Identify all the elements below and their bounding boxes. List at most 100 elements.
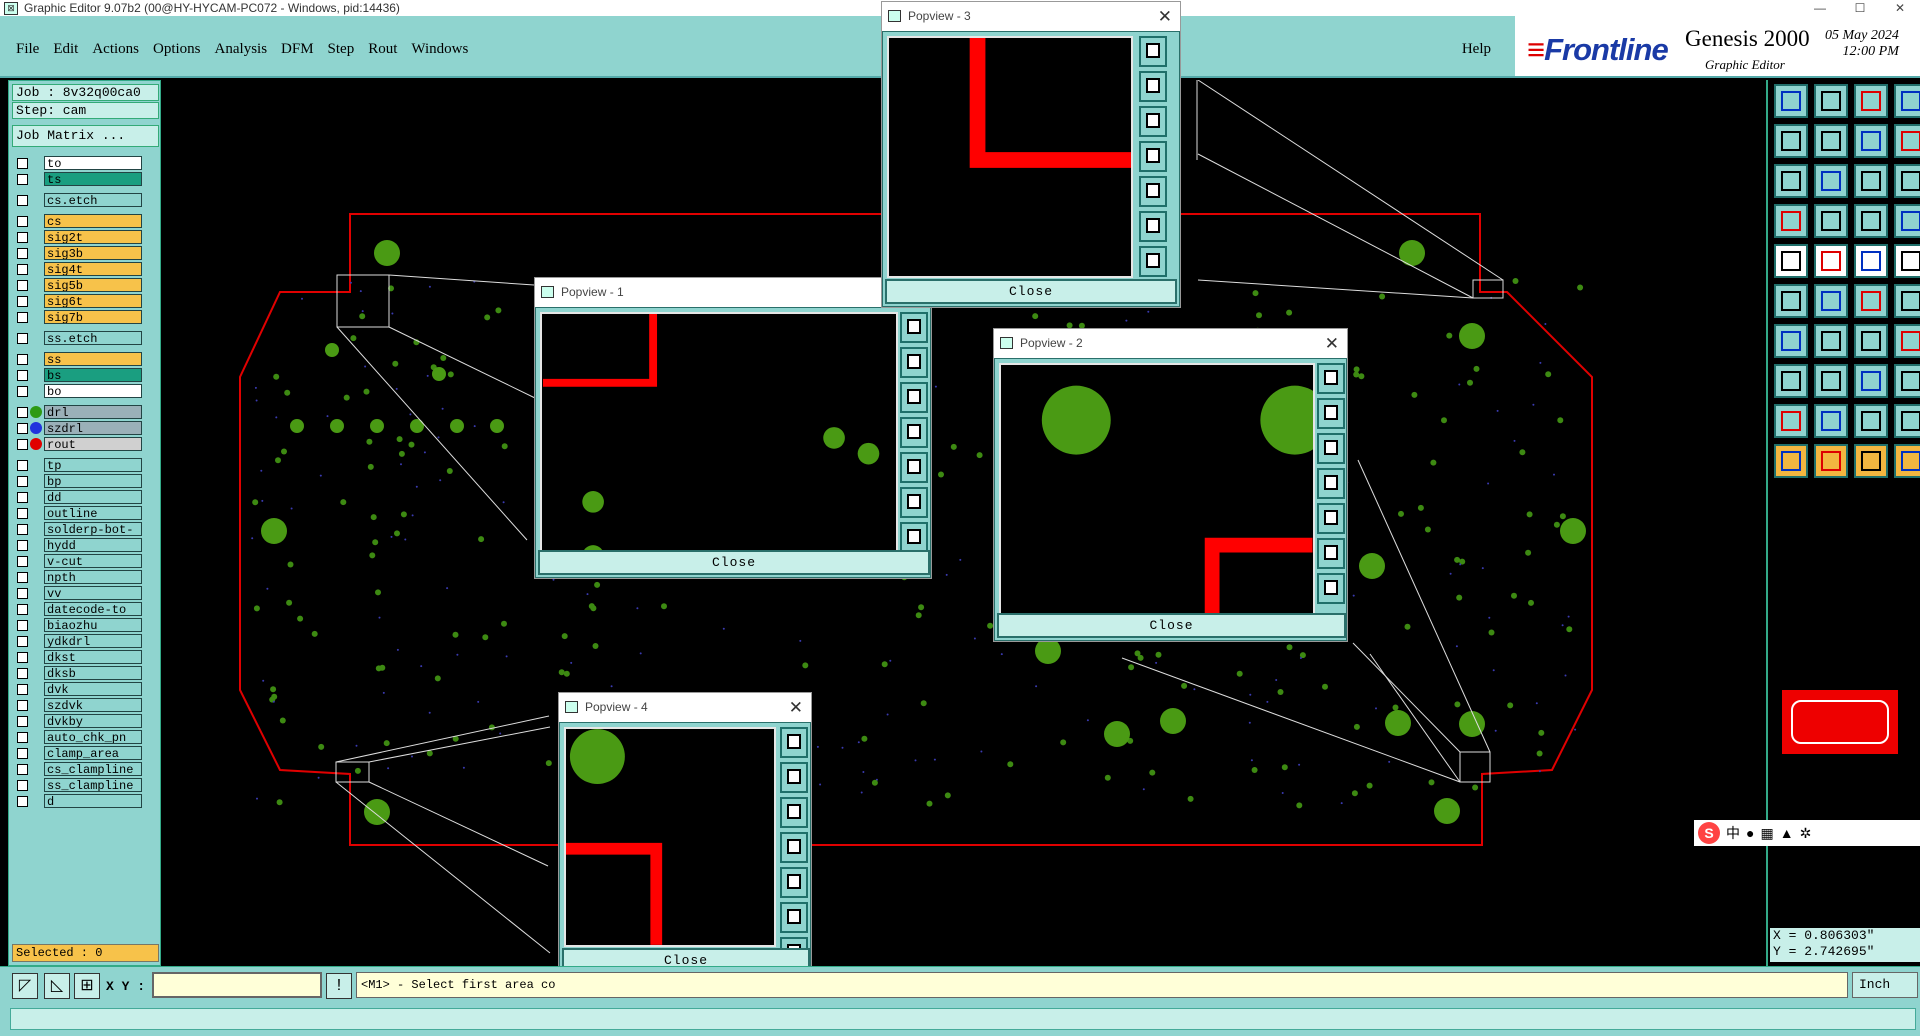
layer-row[interactable]: sig7b: [13, 309, 142, 325]
ratio-icon[interactable]: [1854, 164, 1888, 198]
popview-canvas[interactable]: [564, 727, 776, 947]
layer-row[interactable]: vv: [13, 585, 142, 601]
menu-windows[interactable]: Windows: [411, 41, 468, 58]
cross-icon[interactable]: [1814, 284, 1848, 318]
keyboard-icon[interactable]: ▦: [1760, 825, 1773, 842]
pan-left-icon[interactable]: [1774, 124, 1808, 158]
line-add-icon[interactable]: [1814, 244, 1848, 278]
layer-row[interactable]: ss: [13, 351, 142, 367]
sogou-icon[interactable]: S: [1698, 822, 1720, 844]
popview-left-icon[interactable]: [900, 417, 928, 448]
units-select[interactable]: Inch: [1852, 972, 1918, 998]
close-button[interactable]: Close: [997, 613, 1346, 638]
popview-center-icon[interactable]: [1139, 246, 1167, 277]
layer-row[interactable]: ydkdrl: [13, 633, 142, 649]
layer-row[interactable]: sig2t: [13, 229, 142, 245]
layer-row[interactable]: szdvk: [13, 697, 142, 713]
minimize-icon[interactable]: —: [1800, 0, 1840, 16]
maximize-icon[interactable]: ☐: [1840, 0, 1880, 16]
layer-checkbox[interactable]: [17, 311, 28, 323]
menu-dfm[interactable]: DFM: [281, 41, 314, 58]
layer-row[interactable]: v-cut: [13, 553, 142, 569]
menu-step[interactable]: Step: [328, 41, 355, 58]
layer-checkbox[interactable]: [17, 263, 28, 275]
popview-left-icon[interactable]: [1139, 141, 1167, 172]
select-3-icon[interactable]: [1854, 444, 1888, 478]
layer-checkbox[interactable]: [17, 763, 28, 775]
mirror-icon[interactable]: [1894, 124, 1920, 158]
layer-row[interactable]: datecode-to: [13, 601, 142, 617]
layer-checkbox[interactable]: [17, 699, 28, 711]
layer-checkbox[interactable]: [17, 385, 28, 397]
layer-checkbox[interactable]: [17, 173, 28, 185]
layer-checkbox[interactable]: [17, 215, 28, 227]
popview-canvas[interactable]: [540, 312, 898, 554]
layer-row[interactable]: npth: [13, 569, 142, 585]
close-button[interactable]: Close: [538, 550, 930, 575]
layer-checkbox[interactable]: [17, 295, 28, 307]
shape-c-icon[interactable]: [1854, 404, 1888, 438]
layer-row[interactable]: outline: [13, 505, 142, 521]
layer-row[interactable]: sig3b: [13, 245, 142, 261]
layer-checkbox[interactable]: [17, 731, 28, 743]
net-icon[interactable]: [1854, 204, 1888, 238]
skin-icon[interactable]: ▲: [1780, 825, 1794, 841]
zoom-out-icon[interactable]: [1814, 84, 1848, 118]
slash-icon[interactable]: [1814, 324, 1848, 358]
layer-checkbox[interactable]: [17, 231, 28, 243]
menu-analysis[interactable]: Analysis: [215, 41, 268, 58]
ime-mode[interactable]: 中: [1726, 823, 1740, 843]
layer-checkbox[interactable]: [17, 571, 28, 583]
pan-center-icon[interactable]: [1854, 124, 1888, 158]
zoom-extent-icon[interactable]: [1774, 164, 1808, 198]
layer-row[interactable]: cs: [13, 213, 142, 229]
popview-area-icon[interactable]: [1317, 538, 1345, 569]
connect-icon[interactable]: [1774, 284, 1808, 318]
layer-row[interactable]: d: [13, 793, 142, 809]
measure-icon[interactable]: ◺: [44, 973, 70, 999]
grid-icon[interactable]: [1814, 204, 1848, 238]
grid-icon[interactable]: ⊞: [74, 973, 100, 999]
popview-left-icon[interactable]: [1317, 468, 1345, 499]
layer-row[interactable]: dksb: [13, 665, 142, 681]
popview-right-icon[interactable]: [780, 867, 808, 898]
layer-checkbox[interactable]: [17, 157, 28, 169]
settings-icon[interactable]: ✲: [1800, 825, 1812, 842]
feature-add-icon[interactable]: [1774, 244, 1808, 278]
alert-icon[interactable]: !: [326, 973, 352, 999]
layer-checkbox[interactable]: [17, 353, 28, 365]
menu-actions[interactable]: Actions: [92, 41, 139, 58]
popview-out-icon[interactable]: [1139, 106, 1167, 137]
arc-icon[interactable]: [1854, 324, 1888, 358]
popview-fit-icon[interactable]: [1139, 36, 1167, 67]
zoom-fit-icon[interactable]: [1854, 84, 1888, 118]
layer-checkbox[interactable]: [17, 422, 28, 434]
popview-area-icon[interactable]: [780, 902, 808, 933]
menu-help[interactable]: Help: [1462, 41, 1491, 58]
graphic-canvas[interactable]: Popview - 1✕ Close Popview - 2✕: [162, 1, 1766, 977]
layer-checkbox[interactable]: [17, 651, 28, 663]
layer-checkbox[interactable]: [17, 438, 28, 450]
close-icon[interactable]: ✕: [789, 693, 803, 722]
shape-d-icon[interactable]: [1894, 404, 1920, 438]
popview-left-icon[interactable]: [780, 832, 808, 863]
popview-out-icon[interactable]: [1317, 433, 1345, 464]
popview-right-icon[interactable]: [1139, 176, 1167, 207]
menu-edit[interactable]: Edit: [53, 41, 78, 58]
layer-row[interactable]: dvk: [13, 681, 142, 697]
popview-in-icon[interactable]: [900, 347, 928, 378]
layer-row[interactable]: bp: [13, 473, 142, 489]
layer-row[interactable]: ss.etch: [13, 330, 142, 346]
layer-checkbox[interactable]: [17, 603, 28, 615]
copy-icon[interactable]: [1894, 364, 1920, 398]
layer-row[interactable]: ts: [13, 171, 142, 187]
shape-a-icon[interactable]: [1774, 404, 1808, 438]
layer-checkbox[interactable]: [17, 247, 28, 259]
popview-center-icon[interactable]: [1317, 573, 1345, 604]
select-4-icon[interactable]: [1894, 444, 1920, 478]
board-minimap[interactable]: [1782, 690, 1898, 754]
popview-in-icon[interactable]: [1317, 398, 1345, 429]
menu-file[interactable]: File: [16, 41, 39, 58]
layer-checkbox[interactable]: [17, 459, 28, 471]
layer-checkbox[interactable]: [17, 683, 28, 695]
